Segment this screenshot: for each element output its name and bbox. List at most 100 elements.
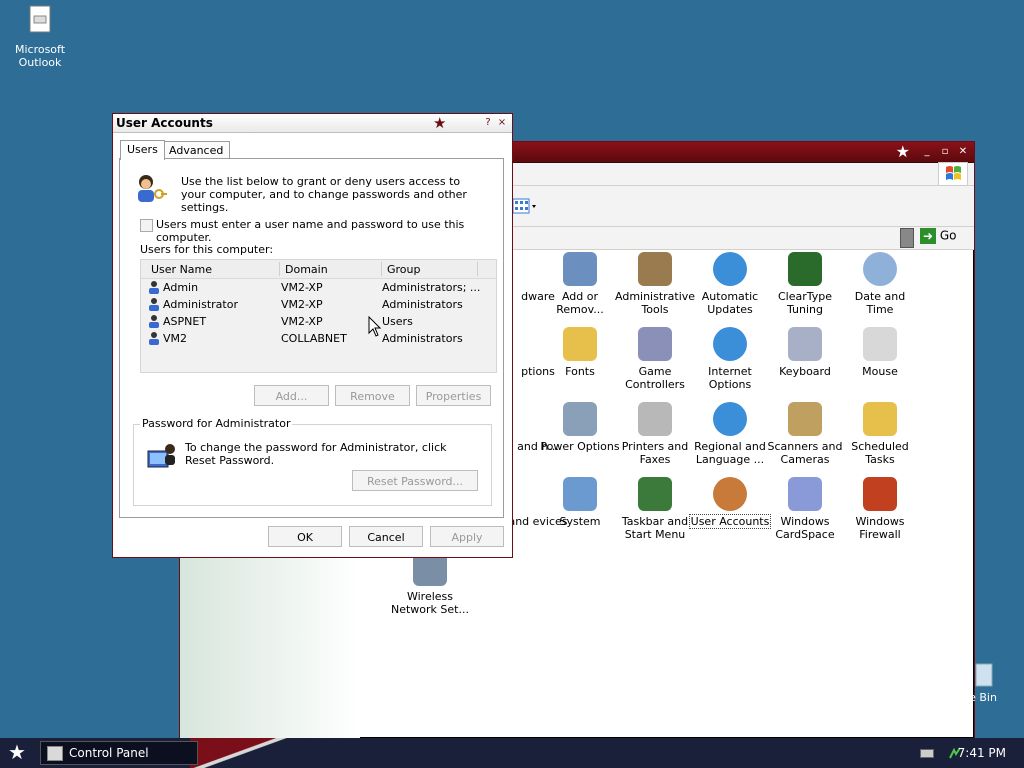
mouse-icon <box>863 327 897 361</box>
taskbar-button-control-panel[interactable]: Control Panel <box>40 741 198 765</box>
cp-item-add-remove[interactable]: Add or Remov... <box>540 252 620 316</box>
go-button[interactable]: ➜ Go <box>920 228 964 246</box>
intro-text: Use the list below to grant or deny user… <box>181 175 467 214</box>
globe-icon <box>713 327 747 361</box>
desktop-icon-recycle-bin[interactable]: cle Bin <box>960 660 1024 704</box>
column-divider <box>279 262 280 276</box>
cp-item-automatic-updates[interactable]: Automatic Updates <box>690 252 770 316</box>
desktop-icon-outlook[interactable]: Microsoft Outlook <box>2 4 78 69</box>
cp-item-date-time[interactable]: Date and Time <box>840 252 920 316</box>
taskbar-icon <box>638 477 672 511</box>
maximize-button[interactable]: ▫ <box>938 145 952 159</box>
go-arrow-icon: ➜ <box>920 228 936 244</box>
cancel-button[interactable]: Cancel <box>349 526 423 547</box>
gamepad-icon <box>638 327 672 361</box>
cp-item-fonts[interactable]: Fonts <box>540 327 620 378</box>
document-icon <box>29 5 51 33</box>
apply-button[interactable]: Apply <box>430 526 504 547</box>
user-accounts-dialog: User Accounts ★ ? × Users Advanced Use t… <box>112 113 513 558</box>
dialog-title: User Accounts <box>116 116 213 130</box>
add-user-button[interactable]: Add... <box>254 385 329 406</box>
ok-button[interactable]: OK <box>268 526 342 547</box>
views-icon[interactable] <box>512 198 538 214</box>
close-button[interactable]: ✕ <box>956 145 970 159</box>
desktop-icon-label: Microsoft Outlook <box>14 43 66 69</box>
user-name: Administrator <box>163 298 238 311</box>
table-row[interactable]: Admin VM2-XP Administrators; ... <box>141 280 496 296</box>
dialog-titlebar[interactable]: User Accounts ★ ? × <box>113 114 512 133</box>
remove-button[interactable]: Remove <box>335 385 410 406</box>
taskbar-button-label: Control Panel <box>69 746 149 760</box>
cp-item-wireless[interactable]: Wireless Network Set... <box>390 552 470 616</box>
column-domain[interactable]: Domain <box>285 263 328 276</box>
clock-icon <box>863 252 897 286</box>
cp-item-cleartype[interactable]: ClearType Tuning <box>765 252 845 316</box>
cp-item-mouse[interactable]: Mouse <box>840 327 920 378</box>
cp-item-power-options[interactable]: Power Options <box>540 402 620 453</box>
cleartype-icon <box>788 252 822 286</box>
require-password-label[interactable]: Users must enter a user name and passwor… <box>156 218 503 244</box>
users-list[interactable]: User Name Domain Group Admin VM2-XP Admi… <box>140 259 497 373</box>
scanner-icon <box>788 402 822 436</box>
user-group: Administrators; ... <box>382 281 481 294</box>
cp-item-scanners[interactable]: Scanners and Cameras <box>765 402 845 466</box>
minimize-button[interactable]: _ <box>920 145 934 159</box>
cp-item-game-controllers[interactable]: Game Controllers <box>615 327 695 391</box>
cp-item-admin-tools[interactable]: Administrative Tools <box>615 252 695 316</box>
table-row[interactable]: Administrator VM2-XP Administrators <box>141 297 496 313</box>
cp-item-cardspace[interactable]: Windows CardSpace <box>765 477 845 541</box>
cp-item-keyboard[interactable]: Keyboard <box>765 327 845 378</box>
cp-item-user-accounts[interactable]: User Accounts <box>689 477 771 529</box>
firewall-icon <box>863 477 897 511</box>
cp-item-scheduled-tasks[interactable]: Scheduled Tasks <box>840 402 920 466</box>
power-icon <box>563 402 597 436</box>
user-group: Users <box>382 315 413 328</box>
properties-button[interactable]: Properties <box>416 385 491 406</box>
user-group: Administrators <box>382 332 463 345</box>
tab-advanced[interactable]: Advanced <box>162 141 231 159</box>
add-remove-icon <box>563 252 597 286</box>
user-group: Administrators <box>382 298 463 311</box>
table-row[interactable]: ASPNET VM2-XP Users <box>141 314 496 330</box>
fonts-folder-icon <box>563 327 597 361</box>
require-password-checkbox[interactable] <box>140 219 153 232</box>
cp-item-internet-options[interactable]: Internet Options <box>690 327 770 391</box>
keyboard-tray-icon[interactable] <box>920 749 934 758</box>
column-group[interactable]: Group <box>387 263 421 276</box>
folder-clock-icon <box>863 402 897 436</box>
cp-item-system[interactable]: System <box>540 477 620 528</box>
users-list-header: User Name Domain Group <box>141 260 496 279</box>
cp-item-firewall[interactable]: Windows Firewall <box>840 477 920 541</box>
user-icon <box>149 315 159 328</box>
table-row[interactable]: VM2 COLLABNET Administrators <box>141 331 496 347</box>
password-text: To change the password for Administrator… <box>185 441 447 467</box>
column-divider <box>477 262 478 276</box>
start-star-icon[interactable]: ★ <box>8 741 30 763</box>
user-domain: VM2-XP <box>281 315 323 328</box>
cp-item-regional[interactable]: Regional and Language ... <box>690 402 770 466</box>
admin-tools-icon <box>638 252 672 286</box>
tab-users[interactable]: Users <box>120 140 165 160</box>
user-icon <box>149 332 159 345</box>
system-tray: 7:41 PM <box>884 738 1024 768</box>
reset-password-button[interactable]: Reset Password... <box>352 470 478 491</box>
address-dropdown-button[interactable] <box>900 228 914 248</box>
column-user-name[interactable]: User Name <box>151 263 212 276</box>
taskbar: ★ Control Panel 7:41 PM <box>0 738 1024 768</box>
taskbar-decoration <box>190 738 320 768</box>
go-label: Go <box>939 228 957 243</box>
users-heading: Users for this computer: <box>140 243 274 256</box>
clock[interactable]: 7:41 PM <box>958 746 1006 760</box>
control-panel-icon <box>47 746 63 761</box>
globe-icon <box>713 402 747 436</box>
close-button[interactable]: × <box>495 116 509 130</box>
cp-item-taskbar[interactable]: Taskbar and Start Menu <box>615 477 695 541</box>
keyboard-icon <box>788 327 822 361</box>
star-icon: ★ <box>433 114 447 132</box>
computer-icon <box>563 477 597 511</box>
user-domain: COLLABNET <box>281 332 347 345</box>
help-button[interactable]: ? <box>481 116 495 130</box>
cp-item-printers[interactable]: Printers and Faxes <box>615 402 695 466</box>
user-name: ASPNET <box>163 315 207 328</box>
password-groupbox-title: Password for Administrator <box>140 417 293 430</box>
